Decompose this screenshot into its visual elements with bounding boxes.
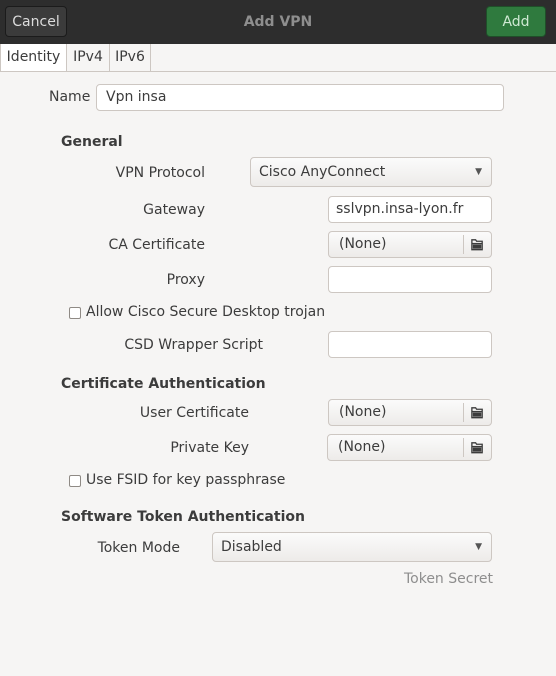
fsid-checkbox[interactable] [69,475,81,487]
token-mode-value: Disabled [221,539,282,555]
token-auth-section-title: Software Token Authentication [61,509,305,525]
dialog-title: Add VPN [243,14,313,30]
user-certificate-value: (None) [339,404,387,420]
proxy-field[interactable] [328,266,492,293]
document-open-icon [471,442,483,454]
private-key-chooser[interactable]: (None) [327,434,492,461]
user-certificate-label: User Certificate [139,405,249,421]
certificate-auth-section-title: Certificate Authentication [61,376,266,392]
gateway-label: Gateway [143,202,205,218]
csd-wrapper-label: CSD Wrapper Script [124,337,263,353]
name-field[interactable]: Vpn insa [96,84,504,111]
tab-ipv4[interactable]: IPv4 [67,44,110,71]
csd-trojan-checkbox[interactable] [69,307,81,319]
user-certificate-chooser[interactable]: (None) [328,399,492,426]
vpn-protocol-select[interactable]: Cisco AnyConnect ▼ [250,157,492,187]
ca-certificate-value: (None) [339,236,387,252]
general-section-title: General [61,134,123,150]
csd-trojan-label: Allow Cisco Secure Desktop trojan [86,304,326,320]
chevron-down-icon: ▼ [475,542,482,552]
fsid-label: Use FSID for key passphrase [86,472,286,488]
tab-ipv6[interactable]: IPv6 [110,44,151,71]
document-open-icon [471,239,483,251]
gateway-field[interactable]: sslvpn.insa-lyon.fr [328,196,492,223]
chooser-divider [463,438,464,457]
tab-identity[interactable]: Identity [0,44,67,71]
ca-certificate-label: CA Certificate [108,237,205,253]
ca-certificate-chooser[interactable]: (None) [328,231,492,258]
add-button[interactable]: Add [486,6,546,37]
document-open-icon [471,407,483,419]
proxy-label: Proxy [166,272,205,288]
token-secret-label: Token Secret [403,571,493,587]
chevron-down-icon: ▼ [475,167,482,177]
chooser-divider [463,403,464,422]
header-bar: Cancel Add VPN Add [0,0,556,44]
private-key-value: (None) [338,439,386,455]
name-label: Name [49,89,91,105]
vpn-protocol-label: VPN Protocol [115,165,205,181]
token-mode-select[interactable]: Disabled ▼ [212,532,492,562]
csd-wrapper-field[interactable] [328,331,492,358]
cancel-button[interactable]: Cancel [5,6,67,37]
vpn-protocol-value: Cisco AnyConnect [259,164,386,180]
chooser-divider [463,235,464,254]
private-key-label: Private Key [170,440,249,456]
tab-bar: Identity IPv4 IPv6 [0,44,556,72]
token-mode-label: Token Mode [97,540,180,556]
